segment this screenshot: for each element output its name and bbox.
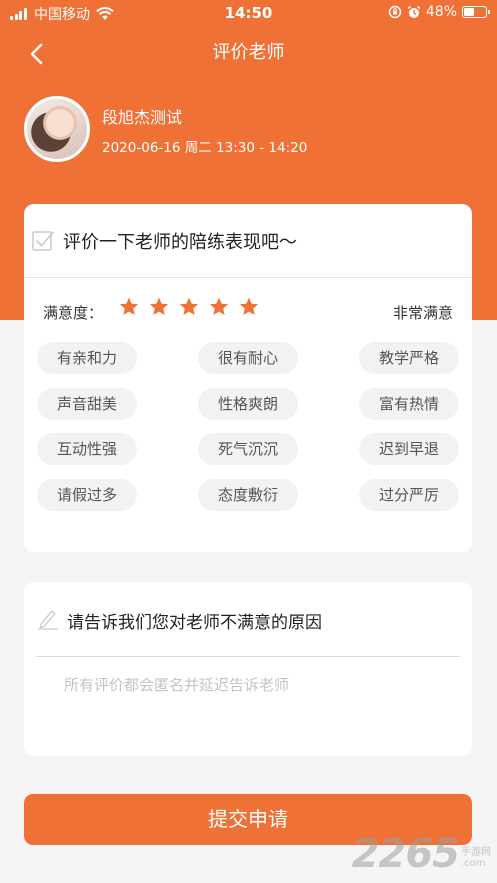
tag-chip[interactable]: 态度敷衍 [198, 479, 298, 511]
tag-chip[interactable]: 过分严厉 [359, 479, 459, 511]
watermark-domain: .com [461, 858, 486, 869]
page-title: 评价老师 [212, 42, 285, 63]
rotation-lock-icon [388, 5, 402, 19]
watermark-text: 手游网 [461, 847, 491, 858]
tag-chip[interactable]: 死气沉沉 [198, 433, 298, 465]
tag-chip[interactable]: 教学严格 [359, 342, 459, 374]
tag-chip[interactable]: 富有热情 [359, 388, 459, 420]
tag-chip[interactable]: 迟到早退 [359, 433, 459, 465]
tag-chip[interactable]: 性格爽朗 [198, 388, 298, 420]
rating-card-header: 评价一下老师的陪练表现吧～ [24, 204, 472, 278]
tag-chip[interactable]: 请假过多 [37, 479, 137, 511]
checkbox-icon [32, 231, 54, 251]
star-icon[interactable] [238, 296, 260, 318]
divider [36, 656, 460, 657]
tag-chip[interactable]: 很有耐心 [198, 342, 298, 374]
teacher-avatar [24, 96, 90, 162]
watermark-logo: 2265 手游网 .com [352, 831, 491, 877]
status-bar: 中国移动 14:50 48% [0, 0, 497, 26]
watermark-number: 2265 [351, 831, 460, 877]
star-icon[interactable] [208, 296, 230, 318]
star-icon[interactable] [178, 296, 200, 318]
tag-chip[interactable]: 声音甜美 [37, 388, 137, 420]
satisfaction-label: 满意度： [43, 304, 104, 322]
tag-chip[interactable]: 有亲和力 [37, 342, 137, 374]
reason-title: 请告诉我们您对老师不满意的原因 [67, 613, 322, 633]
battery-percent: 48% [425, 4, 457, 20]
alarm-icon [407, 5, 421, 18]
reason-card: 请告诉我们您对老师不满意的原因 [24, 582, 472, 756]
satisfaction-value: 非常满意 [392, 304, 453, 322]
tag-chip[interactable]: 互动性强 [37, 433, 137, 465]
star-icon[interactable] [118, 296, 140, 318]
reason-input[interactable] [64, 674, 444, 734]
teacher-name: 段旭杰测试 [102, 108, 183, 127]
battery-icon [462, 6, 490, 18]
session-time: 2020-06-16 周二 13:30 - 14:20 [102, 140, 308, 156]
pencil-icon [38, 610, 58, 630]
battery-fill [464, 8, 474, 16]
rating-card: 评价一下老师的陪练表现吧～ 满意度： 非常满意 有亲和力 很有耐心 教学严格 声… [24, 204, 472, 552]
star-icon[interactable] [148, 296, 170, 318]
star-rating [118, 296, 268, 318]
rating-card-title: 评价一下老师的陪练表现吧～ [63, 232, 297, 253]
evaluate-teacher-page: 中国移动 14:50 48% 评价老师 段旭杰测试 2020-06-16 周二 … [0, 0, 497, 883]
